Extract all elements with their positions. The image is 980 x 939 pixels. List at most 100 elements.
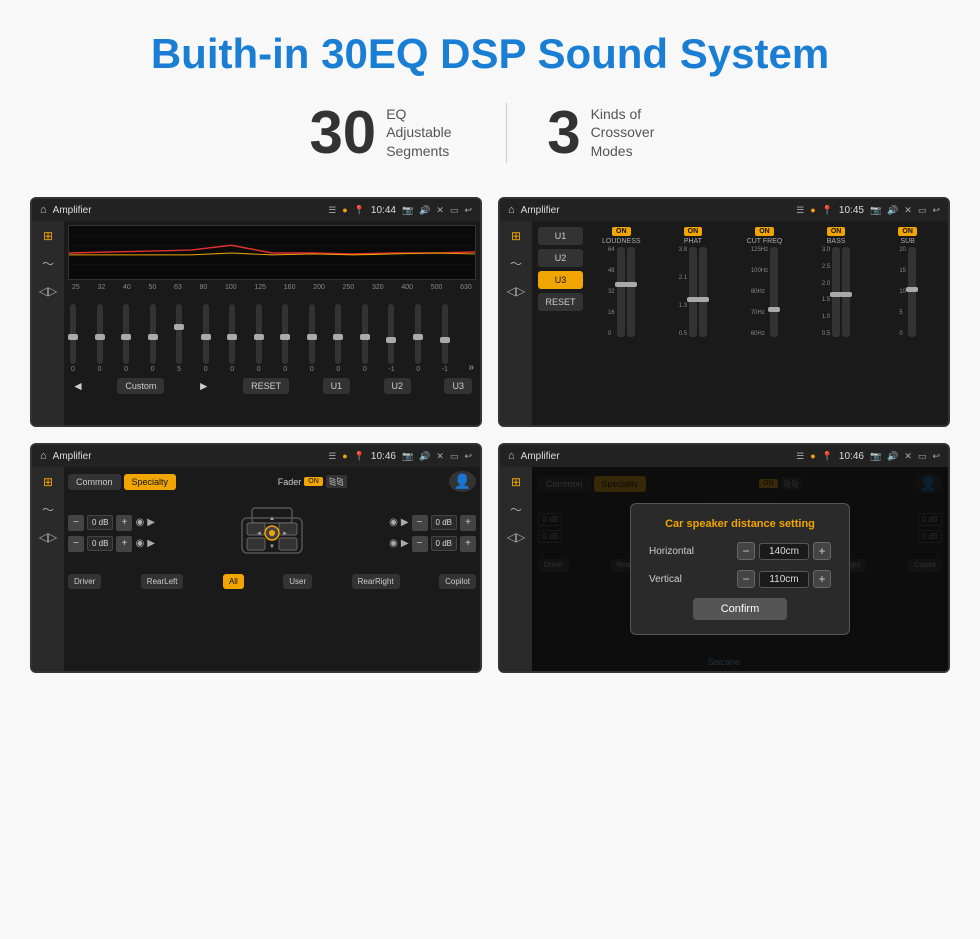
cutfreq-name: CUT FREQ [747, 238, 783, 245]
sidebar-wave-icon-3[interactable]: 〜 [42, 501, 54, 518]
sidebar-speaker-icon-2[interactable]: ◁▷ [507, 284, 525, 298]
sidebar-eq-icon[interactable]: ⊞ [43, 229, 53, 243]
sidebar-speaker-icon-4[interactable]: ◁▷ [507, 530, 525, 544]
back-icon-2[interactable]: ↩ [932, 205, 940, 216]
screen-crossover: ⌂ Amplifier ☰ ● 📍 10:45 📷 🔊 ✕ ▭ ↩ ⊞ 〜 ◁▷… [498, 197, 950, 427]
volume-icon-2[interactable]: 🔊 [887, 205, 898, 216]
dot-icon-4: ● [810, 451, 815, 461]
eq-custom-btn[interactable]: Custom [117, 378, 164, 394]
sidebar-speaker-icon[interactable]: ◁▷ [39, 284, 57, 298]
x-icon-3[interactable]: ✕ [436, 451, 444, 462]
sidebar-speaker-icon-3[interactable]: ◁▷ [39, 530, 57, 544]
window-icon-2[interactable]: ▭ [918, 205, 927, 216]
sidebar-wave-icon-4[interactable]: 〜 [510, 501, 522, 518]
x-icon-1[interactable]: ✕ [436, 205, 444, 216]
eq-slider-11: 0 [362, 304, 368, 373]
home-icon-1[interactable]: ⌂ [40, 204, 47, 216]
cross-u2-btn[interactable]: U2 [538, 249, 583, 267]
cross-u3-btn[interactable]: U3 [538, 271, 583, 289]
sp-copilot-btn[interactable]: Copilot [439, 574, 476, 589]
screen-body-3: ⊞ 〜 ◁▷ Common Specialty Fader ON ⧎⧎ 👤 [32, 467, 480, 671]
cross-reset-btn[interactable]: RESET [538, 293, 583, 311]
fader-on-badge: ON [304, 477, 323, 486]
sp-common-btn[interactable]: Common [68, 474, 121, 490]
cross-u1-btn[interactable]: U1 [538, 227, 583, 245]
topbar-title-2: Amplifier [521, 205, 791, 216]
back-icon-3[interactable]: ↩ [464, 451, 472, 462]
eq-more-icon[interactable]: » [468, 362, 474, 373]
topbar-3: ⌂ Amplifier ☰ ● 📍 10:46 📷 🔊 ✕ ▭ ↩ [32, 445, 480, 467]
camera-icon-4[interactable]: 📷 [870, 451, 881, 462]
eq-u3-btn[interactable]: U3 [444, 378, 472, 394]
sidebar-eq-icon-2[interactable]: ⊞ [511, 229, 521, 243]
eq-slider-12: -1 [388, 304, 394, 373]
dialog-confirm-btn[interactable]: Confirm [693, 598, 788, 620]
sp-right-bot-minus[interactable]: − [412, 536, 428, 552]
sp-all-btn[interactable]: All [223, 574, 244, 589]
dialog-vertical-minus-btn[interactable]: − [737, 570, 755, 588]
back-icon-1[interactable]: ↩ [464, 205, 472, 216]
eq-reset-btn[interactable]: RESET [243, 378, 289, 394]
camera-icon-3[interactable]: 📷 [402, 451, 413, 462]
sp-left-top-plus[interactable]: + [116, 515, 132, 531]
menu-icon-2[interactable]: ☰ [796, 205, 804, 216]
sp-user-btn[interactable]: User [283, 574, 312, 589]
sp-right-top-minus[interactable]: − [412, 515, 428, 531]
eq-slider-9: 0 [309, 304, 315, 373]
dialog-vertical-plus-btn[interactable]: + [813, 570, 831, 588]
sp-left-bot-plus[interactable]: + [116, 536, 132, 552]
sp-left-bot-minus[interactable]: − [68, 536, 84, 552]
sidebar-wave-icon[interactable]: 〜 [42, 255, 54, 272]
cross-ch-phat: ON PHAT 3.8 2.1 1.3 0.5 [659, 227, 728, 419]
sp-right-bot-db: 0 dB [431, 536, 457, 551]
home-icon-3[interactable]: ⌂ [40, 450, 47, 462]
sp-rearright-btn[interactable]: RearRight [352, 574, 400, 589]
dialog-horizontal-plus-btn[interactable]: + [813, 542, 831, 560]
sidebar-1: ⊞ 〜 ◁▷ [32, 221, 64, 425]
dialog-vertical-row: Vertical − 110cm + [649, 570, 831, 588]
sidebar-eq-icon-3[interactable]: ⊞ [43, 475, 53, 489]
sp-left-top-db: 0 dB [87, 515, 113, 530]
eq-u2-btn[interactable]: U2 [384, 378, 412, 394]
sidebar-4: ⊞ 〜 ◁▷ [500, 467, 532, 671]
menu-icon-3[interactable]: ☰ [328, 451, 336, 462]
eq-content: 25 32 40 50 63 80 100 125 160 200 250 32… [64, 221, 480, 425]
dot-icon-1: ● [342, 205, 347, 215]
sp-right-bot-plus[interactable]: + [460, 536, 476, 552]
crossover-content: U1 U2 U3 RESET ON LOUDNESS 64 48 [532, 221, 948, 425]
home-icon-4[interactable]: ⌂ [508, 450, 515, 462]
topbar-time-3: 10:46 [371, 451, 396, 462]
dialog-vertical-label: Vertical [649, 574, 682, 585]
eq-prev-icon[interactable]: ◄ [72, 379, 84, 393]
volume-icon-1[interactable]: 🔊 [419, 205, 430, 216]
window-icon-4[interactable]: ▭ [918, 451, 927, 462]
screen-body-4: ⊞ 〜 ◁▷ Common Specialty ON ⧎⧎ [500, 467, 948, 671]
x-icon-4[interactable]: ✕ [904, 451, 912, 462]
menu-icon-1[interactable]: ☰ [328, 205, 336, 216]
camera-icon-1[interactable]: 📷 [402, 205, 413, 216]
sub-name: SUB [900, 238, 914, 245]
window-icon-3[interactable]: ▭ [450, 451, 459, 462]
sp-left-top-minus[interactable]: − [68, 515, 84, 531]
eq-next-icon[interactable]: ► [198, 379, 210, 393]
sidebar-eq-icon-4[interactable]: ⊞ [511, 475, 521, 489]
sp-right-top-plus[interactable]: + [460, 515, 476, 531]
dot-icon-2: ● [810, 205, 815, 215]
camera-icon-2[interactable]: 📷 [870, 205, 881, 216]
volume-icon-4[interactable]: 🔊 [887, 451, 898, 462]
sp-driver-btn[interactable]: Driver [68, 574, 101, 589]
dialog-horizontal-minus-btn[interactable]: − [737, 542, 755, 560]
sp-rearleft-btn[interactable]: RearLeft [141, 574, 184, 589]
volume-icon-3[interactable]: 🔊 [419, 451, 430, 462]
cross-ch-loudness: ON LOUDNESS 64 48 32 16 0 [587, 227, 656, 419]
sidebar-wave-icon-2[interactable]: 〜 [510, 255, 522, 272]
home-icon-2[interactable]: ⌂ [508, 204, 515, 216]
sp-right-top-icon2: ▶ [401, 517, 409, 528]
sp-specialty-btn[interactable]: Specialty [124, 474, 177, 490]
window-icon-1[interactable]: ▭ [450, 205, 459, 216]
x-icon-2[interactable]: ✕ [904, 205, 912, 216]
menu-icon-4[interactable]: ☰ [796, 451, 804, 462]
sp-right-top-icon: ◉ [389, 517, 398, 528]
back-icon-4[interactable]: ↩ [932, 451, 940, 462]
eq-u1-btn[interactable]: U1 [323, 378, 351, 394]
